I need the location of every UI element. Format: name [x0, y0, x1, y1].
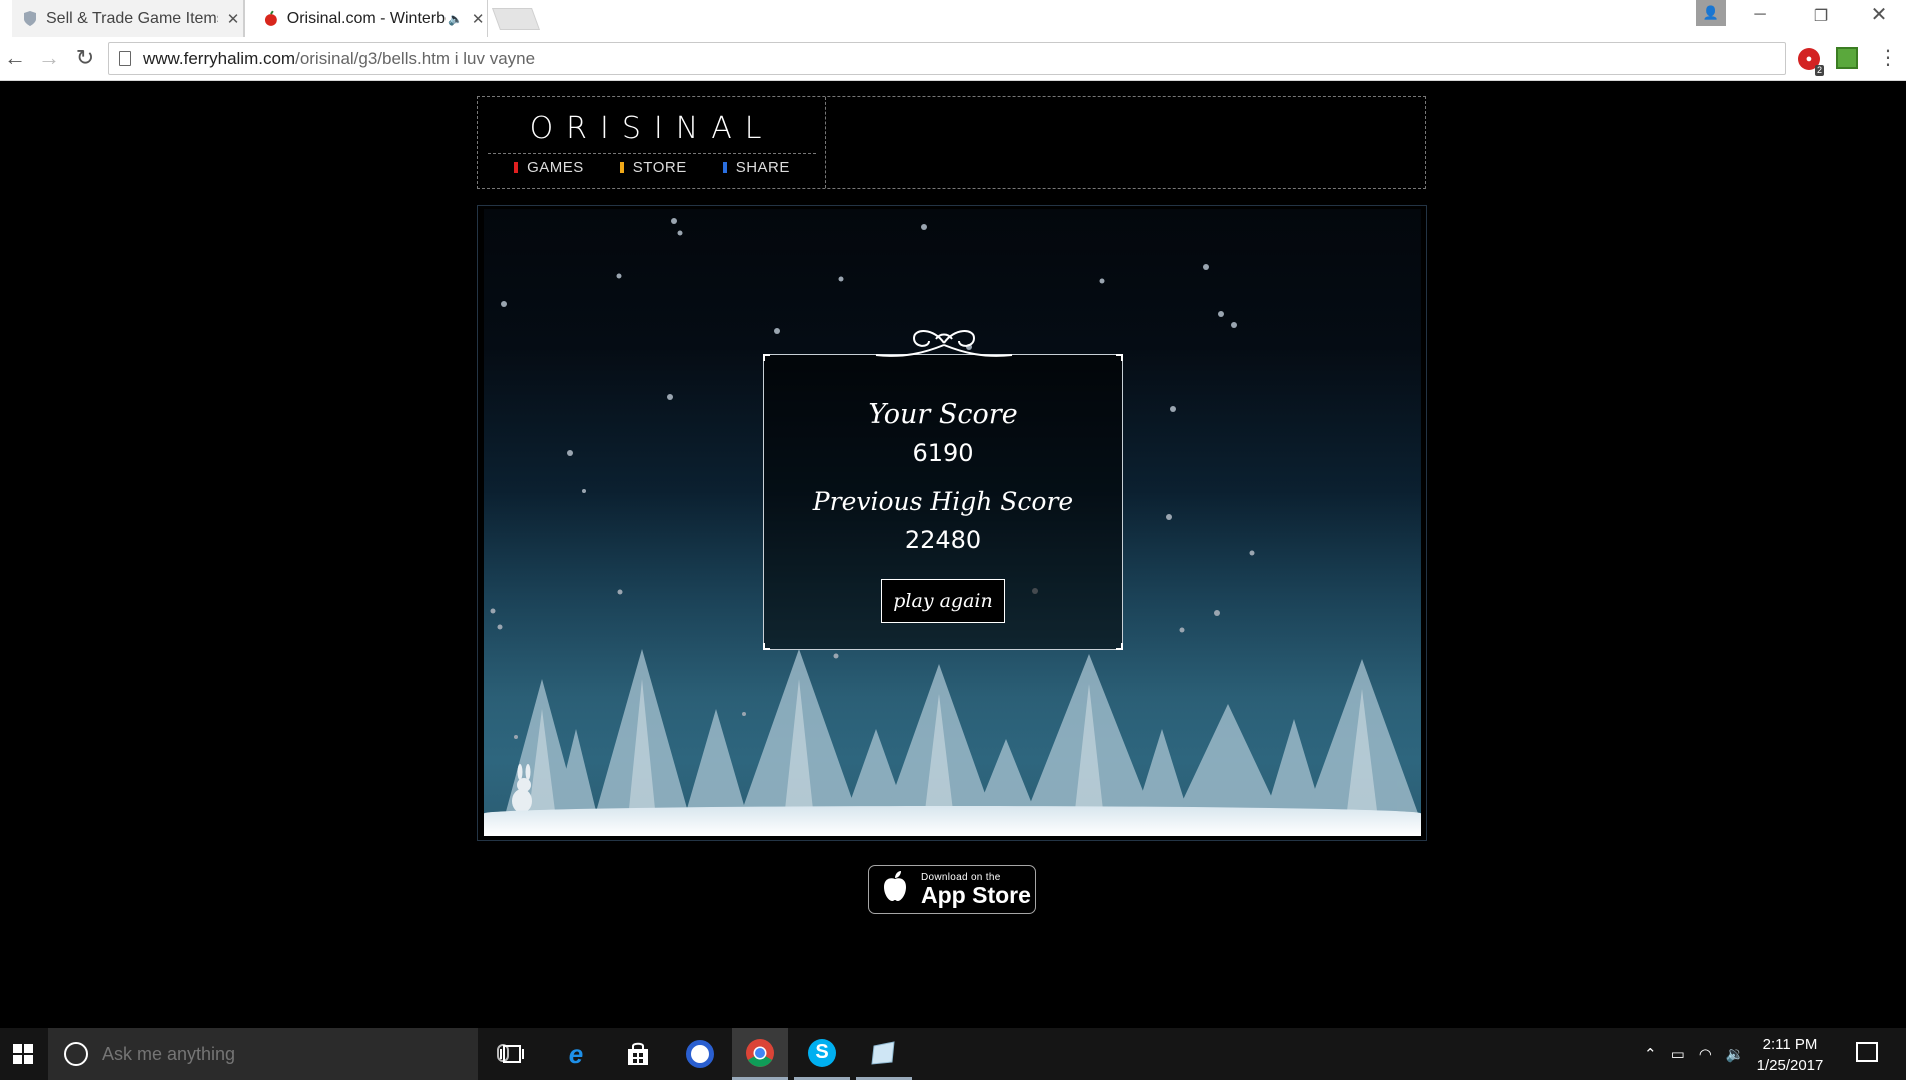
score-panel: Your Score 6190 Previous High Score 2248…: [763, 330, 1123, 650]
browser-toolbar: ← → ↻ www.ferryhalim.com/orisinal/g3/bel…: [0, 37, 1906, 81]
speaker-icon[interactable]: 🔈: [448, 12, 463, 26]
chevron-up-icon[interactable]: ⌃: [1644, 1045, 1657, 1063]
ornament-icon: [875, 330, 1013, 357]
action-center-icon[interactable]: [1856, 1042, 1878, 1062]
start-button[interactable]: [0, 1028, 46, 1080]
divider: [488, 153, 816, 154]
search-input[interactable]: [100, 1042, 430, 1066]
extension-stop-icon[interactable]: ● 2: [1798, 48, 1824, 76]
previous-high-score-label: Previous High Score: [812, 487, 1074, 516]
app-button[interactable]: [856, 1028, 912, 1080]
close-icon[interactable]: ✕: [469, 10, 487, 28]
store-bag-icon: [628, 1042, 648, 1065]
new-tab-button[interactable]: [491, 8, 541, 30]
snow-ground: [484, 806, 1421, 836]
site-logo[interactable]: ORISINAL: [478, 111, 826, 146]
battery-icon[interactable]: ▭: [1671, 1045, 1685, 1063]
wifi-icon[interactable]: ◠: [1699, 1045, 1712, 1063]
nav-store[interactable]: STORE: [619, 159, 687, 176]
clock[interactable]: 2:11 PM 1/25/2017: [1740, 1034, 1840, 1076]
app-g-icon: [686, 1040, 714, 1068]
clock-date: 1/25/2017: [1756, 1057, 1824, 1074]
system-tray: ⌃ ▭ ◠ 🔉: [1644, 1028, 1745, 1080]
task-view-icon: [500, 1045, 524, 1063]
tab-sell-trade[interactable]: Sell & Trade Game Items ✕: [12, 0, 244, 37]
url-text[interactable]: www.ferryhalim.com/orisinal/g3/bells.htm…: [143, 49, 535, 69]
tab-orisinal[interactable]: Orisinal.com - Winterbells 🔈 ✕: [244, 0, 488, 37]
taskbar: e S ⌃ ▭ ◠ 🔉 2:11 PM 1/25/2017: [0, 1028, 1906, 1080]
menu-dots-icon[interactable]: ⋮: [1878, 45, 1898, 70]
cortana-search[interactable]: [48, 1028, 509, 1080]
nav-label: GAMES: [527, 159, 584, 176]
corner-decoration: [1116, 354, 1123, 361]
url-path: /orisinal/g3/bells.htm i luv vayne: [295, 48, 536, 68]
minimize-icon[interactable]: ─: [1737, 6, 1783, 30]
corner-decoration: [763, 354, 770, 361]
task-view-button[interactable]: [484, 1028, 540, 1080]
page-icon: [119, 51, 131, 66]
nav-label: STORE: [632, 159, 687, 176]
forward-arrow-icon[interactable]: →: [36, 45, 62, 71]
profile-icon[interactable]: 👤: [1696, 0, 1726, 26]
corner-decoration: [763, 643, 770, 650]
tab-strip: Sell & Trade Game Items ✕ Orisinal.com -…: [0, 0, 1906, 37]
shield-icon: [24, 11, 36, 26]
game-scene: Your Score 6190 Previous High Score 2248…: [484, 209, 1421, 836]
corner-decoration: [1116, 643, 1123, 650]
logo-cell: ORISINAL GAMES STORE SHARE: [478, 97, 826, 188]
nav-label: SHARE: [735, 159, 790, 176]
tab-title: Sell & Trade Game Items: [46, 9, 218, 27]
game-frame[interactable]: Your Score 6190 Previous High Score 2248…: [477, 205, 1427, 841]
app-store-badge[interactable]: Download on the App Store: [868, 865, 1036, 914]
windows-logo-icon: [13, 1044, 33, 1064]
extension-shield-icon[interactable]: [1836, 47, 1858, 69]
close-window-icon[interactable]: ✕: [1856, 2, 1902, 26]
chrome-icon: [746, 1038, 774, 1067]
red-marker-icon: [514, 162, 519, 173]
previous-high-score-value: 22480: [904, 526, 982, 554]
url-host: www.ferryhalim.com: [143, 48, 296, 68]
edge-button[interactable]: e: [548, 1028, 604, 1080]
apple-icon: [264, 10, 277, 26]
chrome-button[interactable]: [732, 1028, 788, 1080]
edge-icon: e: [568, 1038, 584, 1069]
restore-icon[interactable]: ❐: [1798, 6, 1844, 30]
back-arrow-icon[interactable]: ←: [2, 45, 28, 71]
reload-icon[interactable]: ↻: [72, 45, 98, 71]
play-again-button[interactable]: play again: [881, 579, 1005, 623]
close-icon[interactable]: ✕: [224, 10, 242, 28]
tab-title: Orisinal.com - Winterbells: [286, 9, 447, 27]
your-score-value: 6190: [912, 439, 974, 467]
skype-button[interactable]: S: [794, 1028, 850, 1080]
your-score-label: Your Score: [868, 399, 1018, 430]
apple-logo-icon: [881, 870, 911, 910]
address-bar[interactable]: www.ferryhalim.com/orisinal/g3/bells.htm…: [108, 42, 1786, 75]
extension-badge: 2: [1814, 65, 1824, 76]
skype-icon: S: [808, 1038, 836, 1067]
blue-marker-icon: [722, 162, 727, 173]
orange-marker-icon: [619, 162, 624, 173]
site-header: ORISINAL GAMES STORE SHARE: [477, 96, 1426, 189]
store-button[interactable]: [610, 1028, 666, 1080]
clock-time: 2:11 PM: [1762, 1036, 1818, 1053]
notes-app-icon: [871, 1040, 895, 1065]
app-button[interactable]: [672, 1028, 728, 1080]
nav-share[interactable]: SHARE: [722, 159, 790, 176]
cortana-icon: [64, 1042, 88, 1066]
app-store-big-text: App Store: [921, 882, 1031, 908]
nav-games[interactable]: GAMES: [514, 159, 584, 176]
site-nav: GAMES STORE SHARE: [478, 159, 826, 176]
